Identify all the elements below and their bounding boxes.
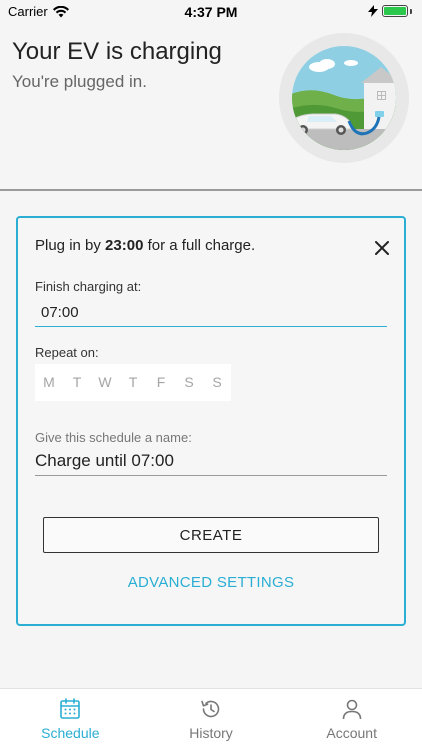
tab-history-label: History (189, 725, 233, 741)
tab-schedule[interactable]: Schedule (0, 689, 141, 750)
charge-hint-time: 23:00 (105, 237, 144, 254)
tab-schedule-label: Schedule (41, 725, 100, 741)
schedule-card: Plug in by 23:00 for a full charge. Fini… (16, 216, 406, 626)
tab-bar: Schedule History Account (0, 688, 422, 750)
finish-time-label: Finish charging at: (35, 279, 142, 294)
advanced-settings-link[interactable]: ADVANCED SETTINGS (18, 574, 404, 591)
charging-bolt-icon (368, 5, 378, 17)
finish-time-input[interactable] (35, 299, 387, 327)
schedule-name-label: Give this schedule a name: (35, 430, 192, 445)
calendar-icon (60, 698, 81, 719)
battery-level (384, 7, 406, 15)
schedule-name-input[interactable] (35, 446, 387, 476)
charge-hint-prefix: Plug in by (35, 237, 106, 254)
account-icon (342, 699, 361, 720)
charge-hint: Plug in by 23:00 for a full charge. (35, 237, 255, 254)
create-button[interactable]: CREATE (43, 517, 379, 553)
close-icon[interactable] (374, 240, 390, 256)
day-saturday[interactable]: S (175, 364, 203, 401)
charge-hint-suffix: for a full charge. (143, 237, 256, 254)
tab-account[interactable]: Account (281, 689, 422, 750)
battery-icon (366, 5, 412, 17)
ev-charging-illustration (279, 33, 409, 163)
repeat-days-selector: M T W T F S S (35, 364, 231, 401)
day-thursday[interactable]: T (119, 364, 147, 401)
repeat-label: Repeat on: (35, 345, 99, 360)
day-monday[interactable]: M (35, 364, 63, 401)
status-bar: Carrier 4:37 PM (0, 0, 422, 22)
tab-history[interactable]: History (141, 689, 282, 750)
page-subtitle: You're plugged in. (12, 72, 147, 91)
day-friday[interactable]: F (147, 364, 175, 401)
tab-account-label: Account (326, 725, 377, 741)
header-divider (0, 189, 422, 191)
day-tuesday[interactable]: T (63, 364, 91, 401)
history-icon (201, 700, 220, 718)
status-time: 4:37 PM (184, 4, 238, 20)
day-sunday[interactable]: S (203, 364, 231, 401)
day-wednesday[interactable]: W (91, 364, 119, 401)
page-title: Your EV is charging (12, 38, 222, 65)
